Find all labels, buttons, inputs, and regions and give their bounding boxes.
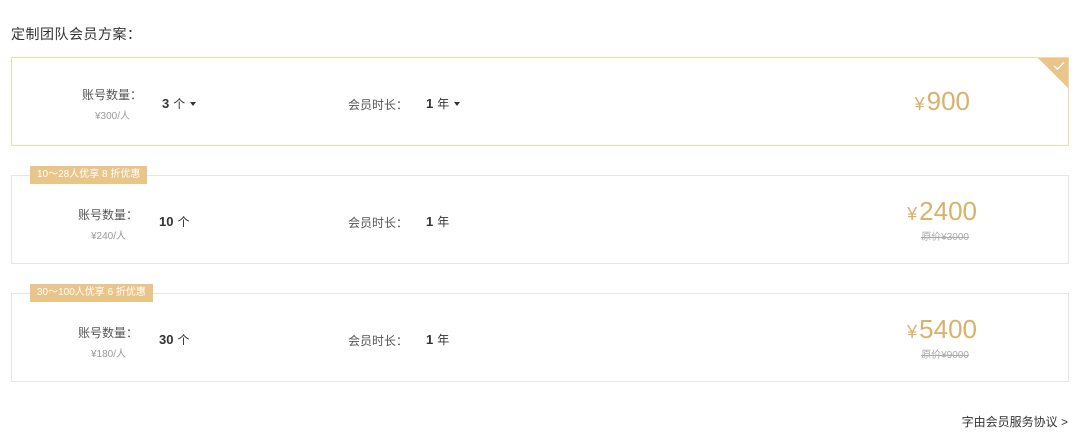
unit-price: ¥180/人 <box>90 349 127 360</box>
quantity-label: 账号数量： <box>78 326 139 340</box>
discount-badge: 30～100人优享 6 折优惠 <box>30 284 153 302</box>
price: ¥2400 <box>907 196 977 227</box>
currency-symbol: ¥ <box>907 322 918 342</box>
price-block: ¥900 <box>915 86 970 117</box>
price: ¥900 <box>915 86 970 117</box>
duration-label: 会员时长： <box>348 98 409 112</box>
duration-unit: 年 <box>437 333 450 347</box>
membership-agreement-link[interactable]: 字由会员服务协议 > <box>962 413 1068 430</box>
plan-card-custom[interactable]: 账号数量： ¥300/人 3个 会员时长： 1年 ¥900 <box>11 57 1069 146</box>
selected-indicator <box>1038 58 1068 88</box>
quantity-value: 10 <box>159 214 174 229</box>
original-price: 原价¥9000 <box>921 350 969 361</box>
quantity-unit: 个 <box>177 215 190 229</box>
duration-value-group: 1年 <box>426 213 449 230</box>
quantity-group: 账号数量： ¥300/人 <box>82 86 142 122</box>
quantity-unit: 个 <box>173 97 186 111</box>
price-amount: 900 <box>926 86 970 116</box>
discount-badge: 10～28人优享 8 折优惠 <box>30 166 148 184</box>
quantity-label: 账号数量： <box>82 88 143 102</box>
quantity-value-group: 10 个 <box>159 213 189 230</box>
duration-value: 1 <box>426 96 434 111</box>
currency-symbol: ¥ <box>914 94 925 114</box>
duration-value: 1 <box>426 214 434 229</box>
price-block: ¥2400 原价¥3000 <box>907 196 977 243</box>
duration-dropdown[interactable]: 1年 <box>426 95 461 112</box>
unit-price: ¥240/人 <box>90 231 127 242</box>
duration-label: 会员时长： <box>348 334 409 348</box>
caret-down-icon <box>190 101 197 106</box>
plan-card-10-28[interactable]: 10～28人优享 8 折优惠 账号数量： ¥240/人 10 个 会员时长： 1年… <box>11 166 1069 264</box>
duration-value-group: 1年 <box>426 331 449 348</box>
price-block: ¥5400 原价¥9000 <box>907 314 977 361</box>
duration-value: 1 <box>426 332 434 347</box>
quantity-value-group: 30 个 <box>159 331 189 348</box>
duration-label: 会员时长： <box>348 216 409 230</box>
currency-symbol: ¥ <box>907 204 918 224</box>
check-icon <box>1053 62 1065 70</box>
quantity-unit: 个 <box>177 333 190 347</box>
quantity-value: 30 <box>159 332 174 347</box>
caret-down-icon <box>454 101 461 106</box>
original-price: 原价¥3000 <box>921 232 969 243</box>
quantity-group: 账号数量： ¥240/人 <box>78 206 138 242</box>
section-title: 定制团队会员方案： <box>11 26 142 42</box>
price-amount: 2400 <box>919 196 977 226</box>
quantity-dropdown[interactable]: 3个 <box>162 95 197 112</box>
price: ¥5400 <box>907 314 977 345</box>
price-amount: 5400 <box>919 314 977 344</box>
duration-unit: 年 <box>437 97 450 111</box>
quantity-value: 3 <box>162 96 170 111</box>
quantity-label: 账号数量： <box>78 208 139 222</box>
duration-unit: 年 <box>437 215 450 229</box>
team-membership-page: 定制团队会员方案： 账号数量： ¥300/人 3个 会员时长： 1年 ¥900 … <box>0 0 1080 448</box>
quantity-group: 账号数量： ¥180/人 <box>78 324 138 360</box>
unit-price: ¥300/人 <box>94 111 131 122</box>
plan-card-30-100[interactable]: 30～100人优享 6 折优惠 账号数量： ¥180/人 30 个 会员时长： 1… <box>11 284 1069 382</box>
